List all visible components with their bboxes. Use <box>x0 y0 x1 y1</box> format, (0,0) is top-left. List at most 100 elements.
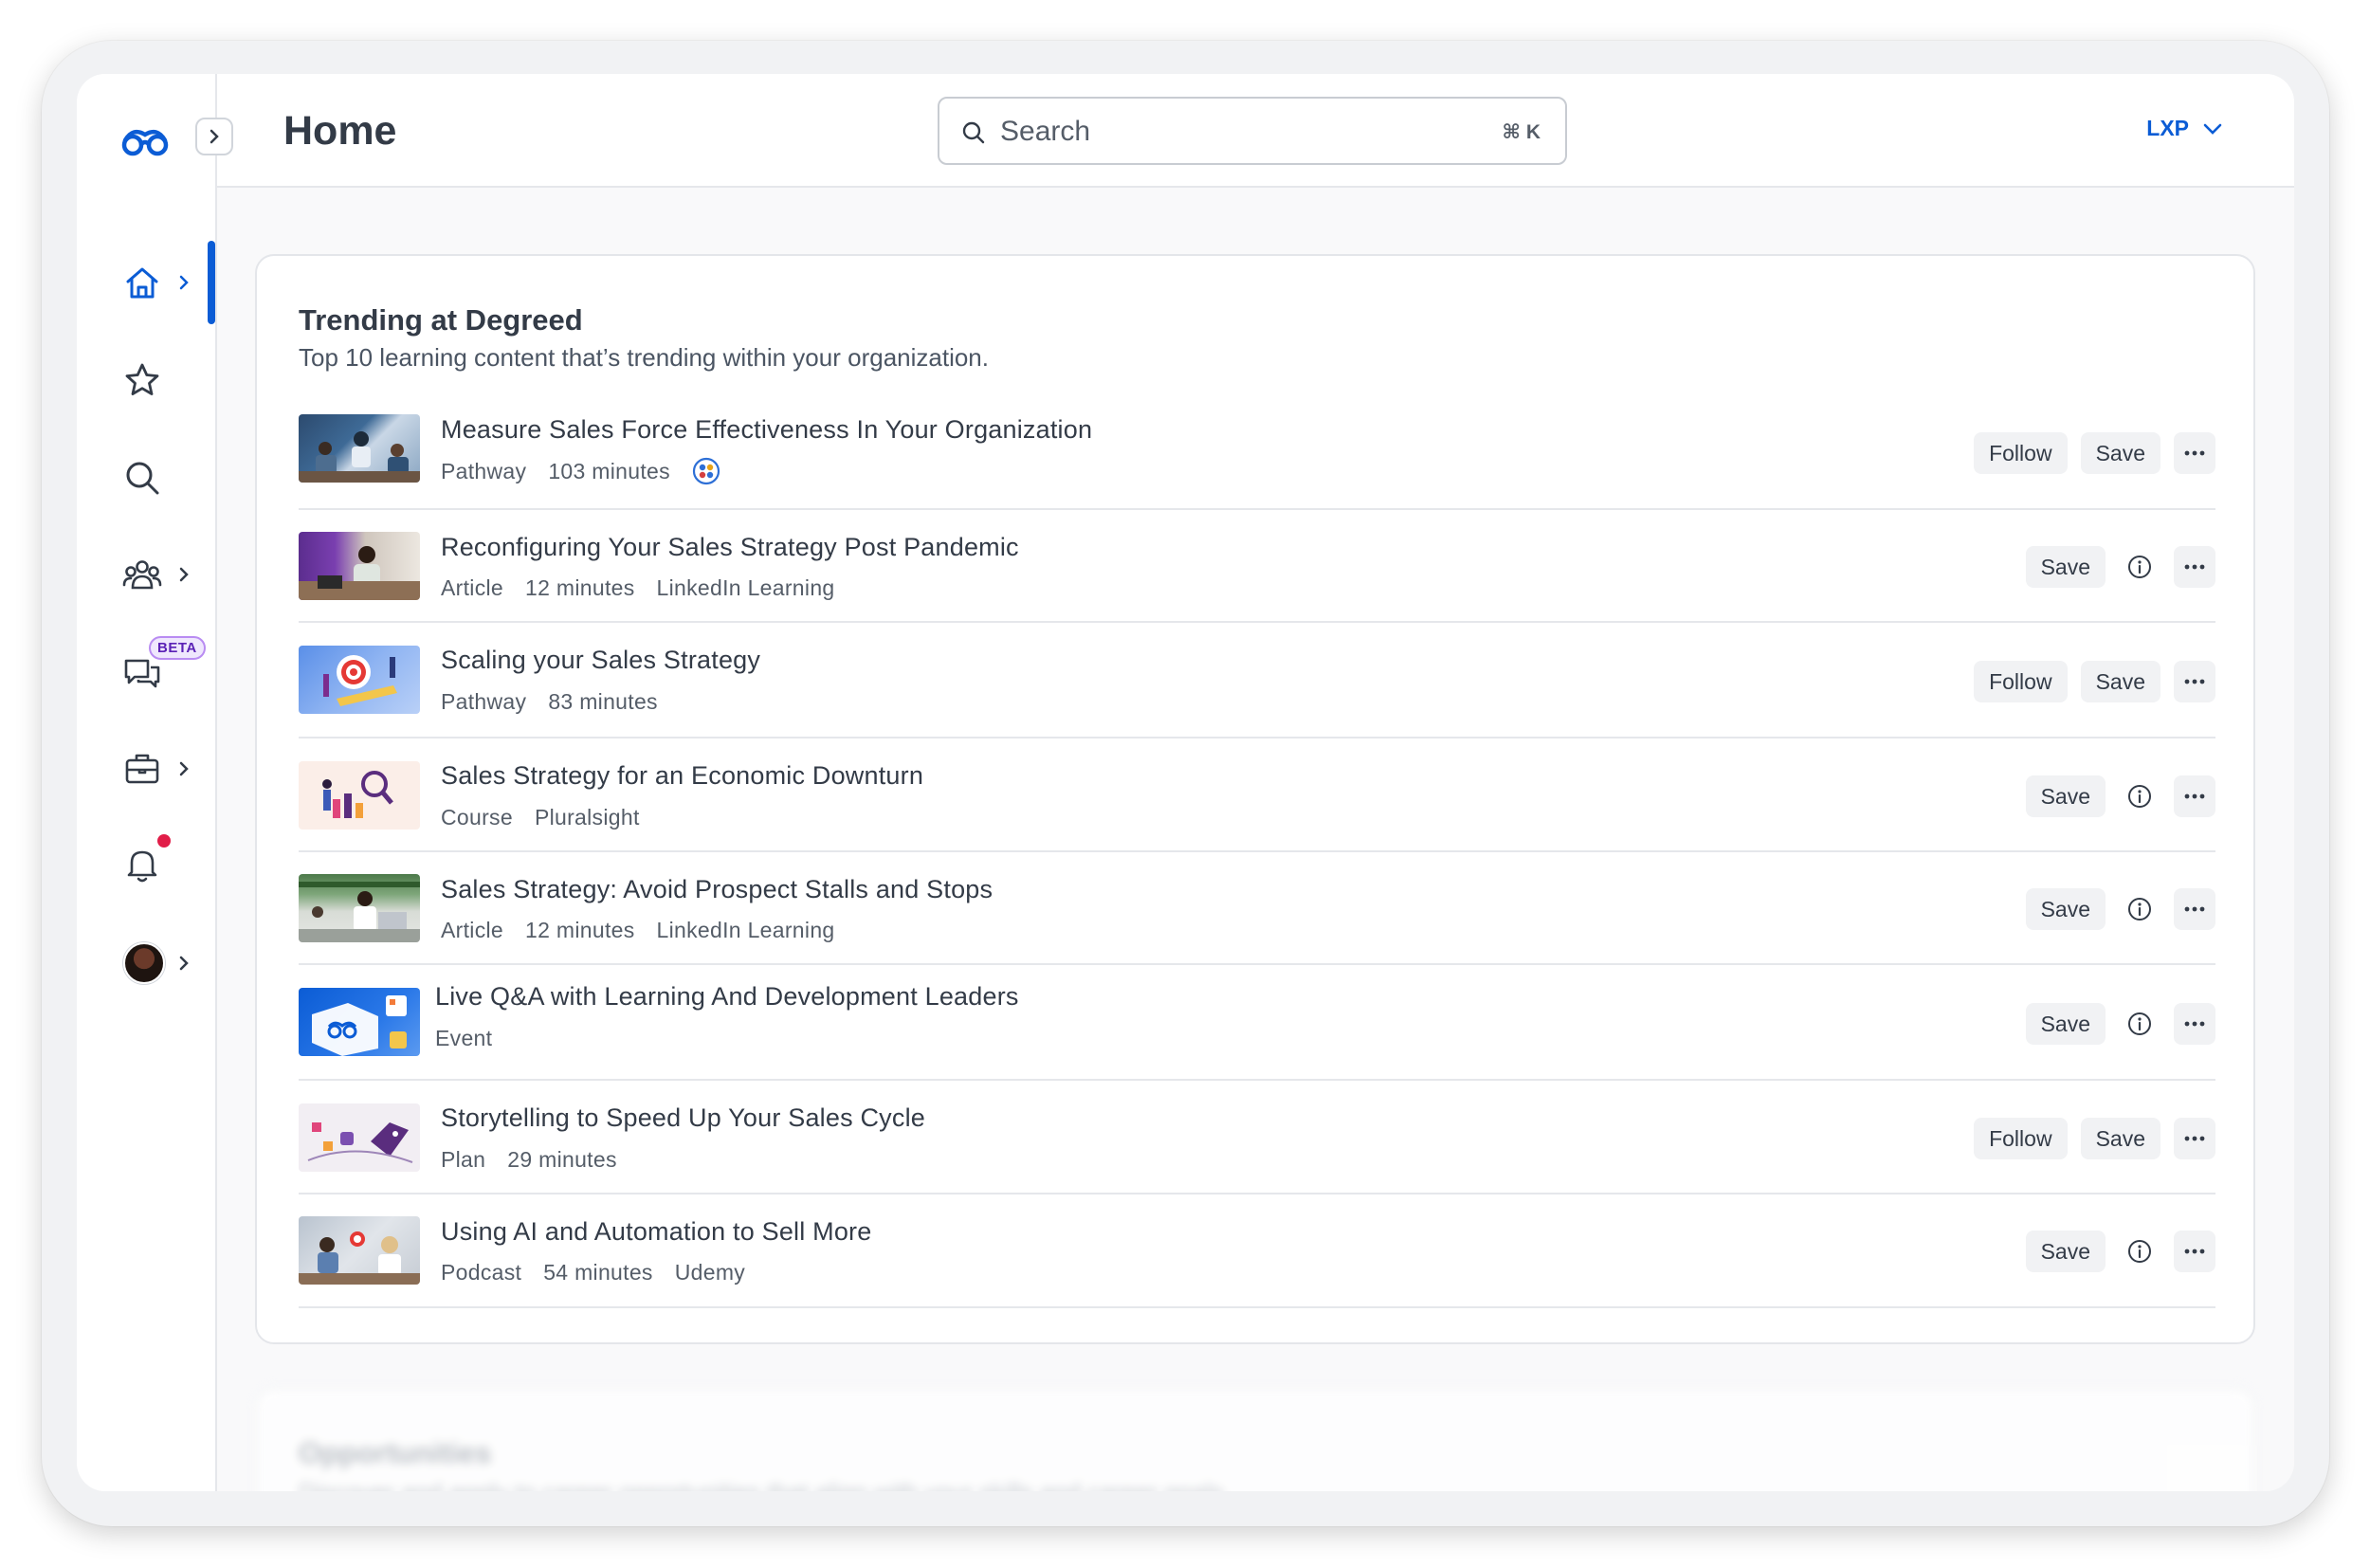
opportunities-subtitle: Discover and apply to career opportuniti… <box>299 1478 1231 1491</box>
content-type: Course <box>441 805 513 830</box>
info-icon[interactable] <box>2119 775 2160 817</box>
content-title[interactable]: Live Q&A with Learning And Development L… <box>435 982 1019 1012</box>
search-icon <box>962 121 985 144</box>
content-type: Plan <box>441 1147 486 1172</box>
info-icon[interactable] <box>2119 546 2160 588</box>
save-button[interactable]: Save <box>2025 1003 2106 1045</box>
trending-list: Measure Sales Force Effectiveness In You… <box>299 398 2215 1308</box>
list-item[interactable]: Using AI and Automation to Sell More Pod… <box>299 1194 2215 1308</box>
sidebar-toggle-button[interactable] <box>195 118 233 155</box>
list-item[interactable]: Sales Strategy: Avoid Prospect Stalls an… <box>299 852 2215 965</box>
content-title[interactable]: Measure Sales Force Effectiveness In You… <box>441 415 1092 445</box>
content-title[interactable]: Sales Strategy: Avoid Prospect Stalls an… <box>441 875 993 904</box>
content-meta: Pathway 83 minutes <box>441 689 658 715</box>
save-button[interactable]: Save <box>2025 775 2106 817</box>
content-type: Podcast <box>441 1260 522 1285</box>
list-item[interactable]: Measure Sales Force Effectiveness In You… <box>299 398 2215 510</box>
content-type: Pathway <box>441 458 527 483</box>
content-thumbnail <box>299 1216 420 1285</box>
more-options-icon[interactable] <box>2174 1231 2215 1272</box>
save-button[interactable]: Save <box>2080 1118 2160 1159</box>
content-provider: Udemy <box>674 1260 746 1285</box>
content-thumbnail <box>299 761 420 830</box>
list-item[interactable]: Sales Strategy for an Economic Downturn … <box>299 738 2215 852</box>
follow-button[interactable]: Follow <box>1974 1118 2068 1159</box>
content-thumbnail <box>299 988 420 1056</box>
workspace-switcher[interactable]: LXP <box>2146 116 2223 141</box>
more-options-icon[interactable] <box>2174 888 2215 930</box>
content-thumbnail <box>299 874 420 942</box>
more-options-icon[interactable] <box>2174 775 2215 817</box>
follow-button[interactable]: Follow <box>1974 432 2068 474</box>
content-thumbnail <box>299 1103 420 1172</box>
bell-icon[interactable] <box>121 844 163 885</box>
info-icon[interactable] <box>2119 888 2160 930</box>
content-meta: Article 12 minutes LinkedIn Learning <box>441 575 835 601</box>
list-item[interactable]: Storytelling to Speed Up Your Sales Cycl… <box>299 1081 2215 1194</box>
more-options-icon[interactable] <box>2174 432 2215 474</box>
chevron-right-icon[interactable] <box>175 274 192 291</box>
active-nav-indicator <box>208 241 215 324</box>
content-thumbnail <box>299 414 420 483</box>
more-options-icon[interactable] <box>2174 1118 2215 1159</box>
content-provider: LinkedIn Learning <box>656 918 835 942</box>
trending-card: Trending at Degreed Top 10 learning cont… <box>255 254 2255 1344</box>
star-icon[interactable] <box>121 359 163 401</box>
degreed-logo-icon[interactable] <box>120 121 170 159</box>
more-options-icon[interactable] <box>2174 546 2215 588</box>
opportunities-card: Opportunities Discover and apply to care… <box>255 1387 2255 1491</box>
sidebar: BETA <box>77 74 217 1491</box>
save-button[interactable]: Save <box>2025 546 2106 588</box>
briefcase-icon[interactable] <box>121 748 163 790</box>
home-icon[interactable] <box>121 262 163 303</box>
list-item[interactable]: Live Q&A with Learning And Development L… <box>299 965 2215 1081</box>
trending-subtitle: Top 10 learning content that’s trending … <box>299 343 989 372</box>
list-item[interactable]: Reconfiguring Your Sales Strategy Post P… <box>299 510 2215 623</box>
top-header: Home Search ⌘ K LXP <box>217 74 2294 188</box>
save-button[interactable]: Save <box>2025 1231 2106 1272</box>
save-button[interactable]: Save <box>2080 661 2160 702</box>
content-meta: Plan 29 minutes <box>441 1147 617 1173</box>
content-title[interactable]: Reconfiguring Your Sales Strategy Post P… <box>441 533 1019 562</box>
content-provider: LinkedIn Learning <box>656 575 835 600</box>
content-title[interactable]: Sales Strategy for an Economic Downturn <box>441 761 923 791</box>
content-title[interactable]: Using AI and Automation to Sell More <box>441 1217 871 1247</box>
save-button[interactable]: Save <box>2080 432 2160 474</box>
notification-dot <box>157 834 171 848</box>
more-options-icon[interactable] <box>2174 661 2215 702</box>
opportunities-title: Opportunities <box>299 1436 492 1469</box>
row-actions: Follow Save <box>1974 661 2215 702</box>
row-actions: Save <box>2025 888 2215 930</box>
follow-button[interactable]: Follow <box>1974 661 2068 702</box>
avatar[interactable] <box>123 942 165 984</box>
page-title: Home <box>283 108 397 154</box>
content-type: Pathway <box>441 689 527 714</box>
content-type: Article <box>441 575 504 600</box>
chevron-right-icon[interactable] <box>175 760 192 777</box>
content-title[interactable]: Storytelling to Speed Up Your Sales Cycl… <box>441 1103 925 1133</box>
save-button[interactable]: Save <box>2025 888 2106 930</box>
content-duration: 29 minutes <box>507 1147 617 1172</box>
row-actions: Follow Save <box>1974 432 2215 474</box>
content-duration: 83 minutes <box>548 689 658 714</box>
content-provider: Pluralsight <box>534 805 640 830</box>
row-actions: Save <box>2025 546 2215 588</box>
content-meta: Course Pluralsight <box>441 805 640 830</box>
people-icon[interactable] <box>121 554 163 595</box>
info-icon[interactable] <box>2119 1003 2160 1045</box>
content-duration: 12 minutes <box>525 918 635 942</box>
list-item[interactable]: Scaling your Sales Strategy Pathway 83 m… <box>299 623 2215 738</box>
chevron-right-icon[interactable] <box>175 955 192 972</box>
workspace-label: LXP <box>2146 116 2189 140</box>
search-icon[interactable] <box>121 457 163 499</box>
info-icon[interactable] <box>2119 1231 2160 1272</box>
search-input[interactable]: Search ⌘ K <box>938 97 1567 165</box>
chevron-right-icon[interactable] <box>175 566 192 583</box>
content-type: Event <box>435 1026 493 1050</box>
more-options-icon[interactable] <box>2174 1003 2215 1045</box>
org-icon <box>692 457 720 485</box>
content-type: Article <box>441 918 504 942</box>
content-title[interactable]: Scaling your Sales Strategy <box>441 646 760 675</box>
content-meta: Podcast 54 minutes Udemy <box>441 1260 745 1285</box>
content-meta: Pathway 103 minutes <box>441 457 720 485</box>
